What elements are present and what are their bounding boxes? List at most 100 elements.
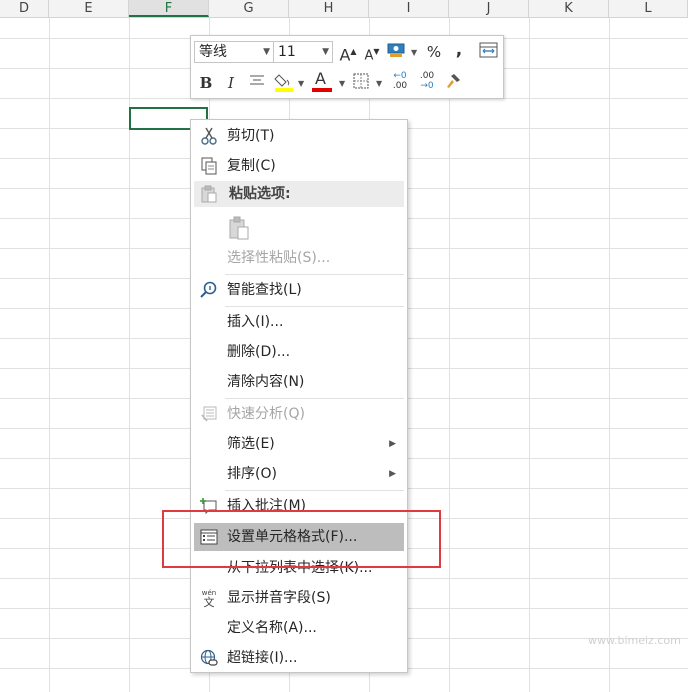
center-align-button[interactable] <box>247 72 267 94</box>
menu-label-filter: 筛选(E) <box>227 436 275 452</box>
context-menu: 剪切(T) 复制(C) 粘贴选项: 选择性粘贴(S)... 智能查找(L) 插入… <box>190 119 408 673</box>
paste-option-button[interactable] <box>194 212 404 246</box>
increase-decimal-button[interactable]: ←0 .00 <box>389 71 411 93</box>
format-painter-icon <box>447 74 460 88</box>
font-name-box[interactable]: 等线 ▼ <box>194 41 274 63</box>
grid-column-line <box>449 18 450 692</box>
menu-item-define-name[interactable]: 定义名称(A)... <box>194 614 404 642</box>
chevron-down-icon: ▼ <box>263 47 270 57</box>
menu-label-quick-analysis: 快速分析(Q) <box>227 406 305 422</box>
font-size-box[interactable]: 11 ▼ <box>273 41 333 63</box>
chevron-right-icon: ▶ <box>389 469 396 479</box>
grid-column-line <box>609 18 610 692</box>
paste-icon <box>229 216 249 240</box>
arrow-left-icon: ←0 <box>393 71 407 81</box>
menu-label-define-name: 定义名称(A)... <box>227 620 317 636</box>
column-header-h[interactable]: H <box>289 0 369 17</box>
quick-analysis-icon <box>201 406 217 422</box>
wrap-text-button[interactable] <box>478 41 500 63</box>
font-name-value: 等线 <box>199 44 227 60</box>
comma-style-button[interactable]: , <box>453 39 465 61</box>
arrow-right-icon: →0 <box>420 81 434 91</box>
highlight-color-bar <box>275 88 293 92</box>
grid-column-line <box>49 18 50 692</box>
menu-label-hyperlink: 超链接(I)... <box>227 650 298 666</box>
highlight-annotation-box <box>162 510 441 568</box>
wrap-text-icon <box>479 42 498 58</box>
menu-label-delete: 删除(D)... <box>227 344 291 360</box>
column-header-i[interactable]: I <box>369 0 449 17</box>
phonetic-icon-char: 文 <box>203 596 215 609</box>
menu-label-clear-contents: 清除内容(N) <box>227 374 305 390</box>
smart-lookup-icon <box>200 281 217 298</box>
menu-label-insert: 插入(I)... <box>227 314 284 330</box>
menu-separator <box>225 398 404 399</box>
format-painter-button[interactable] <box>443 72 463 94</box>
column-header-e[interactable]: E <box>49 0 129 17</box>
italic-button[interactable]: I <box>225 72 237 94</box>
paint-bucket-icon <box>274 74 293 92</box>
menu-label-paste-special: 选择性粘贴(S)... <box>227 250 331 266</box>
shrink-font-button[interactable]: A▼ <box>363 41 381 63</box>
column-header-bar: D E F G H I J K L <box>0 0 688 18</box>
phonetic-icon: wén 文 <box>200 589 218 609</box>
column-header-j[interactable]: J <box>449 0 529 17</box>
font-color-button[interactable]: A <box>311 69 333 93</box>
menu-item-cut[interactable]: 剪切(T) <box>194 122 404 150</box>
menu-label-phonetic: 显示拼音字段(S) <box>227 590 331 606</box>
watermark-text: www.bimeiz.com <box>588 634 681 647</box>
menu-label-smart-lookup: 智能查找(L) <box>227 282 302 298</box>
menu-separator <box>225 490 404 491</box>
hyperlink-icon <box>200 649 218 666</box>
bold-button[interactable]: B <box>199 72 213 94</box>
increase-decimal-label: .00 <box>392 81 408 91</box>
align-center-icon <box>250 75 264 85</box>
menu-item-delete[interactable]: 删除(D)... <box>194 338 404 366</box>
menu-item-hyperlink[interactable]: 超链接(I)... <box>194 644 404 672</box>
menu-item-copy[interactable]: 复制(C) <box>194 152 404 180</box>
chevron-right-icon: ▶ <box>389 439 396 449</box>
menu-item-sort[interactable]: 排序(O) ▶ <box>194 460 404 488</box>
menu-item-smart-lookup[interactable]: 智能查找(L) <box>194 276 404 304</box>
borders-icon <box>353 73 369 89</box>
menu-label-copy: 复制(C) <box>227 158 276 174</box>
decrease-decimal-button[interactable]: .00 →0 <box>416 71 438 93</box>
menu-header-paste-options: 粘贴选项: <box>194 181 404 207</box>
chevron-down-icon: ▼ <box>322 47 329 57</box>
copy-icon <box>201 157 217 175</box>
menu-item-insert[interactable]: 插入(I)... <box>194 308 404 336</box>
menu-item-clear-contents[interactable]: 清除内容(N) <box>194 368 404 396</box>
menu-item-filter[interactable]: 筛选(E) ▶ <box>194 430 404 458</box>
menu-item-paste-special: 选择性粘贴(S)... <box>194 244 404 272</box>
accounting-icon <box>387 43 405 57</box>
font-color-bar <box>312 88 332 92</box>
column-header-d[interactable]: D <box>0 0 49 17</box>
font-color-icon: A <box>315 69 326 88</box>
menu-separator <box>225 306 404 307</box>
menu-item-quick-analysis: 快速分析(Q) <box>194 400 404 428</box>
clipboard-icon <box>201 185 217 203</box>
grid-column-line <box>529 18 530 692</box>
menu-separator <box>225 274 404 275</box>
menu-item-phonetic[interactable]: wén 文 显示拼音字段(S) <box>194 584 404 612</box>
chevron-down-icon[interactable]: ▼ <box>298 79 304 88</box>
column-header-k[interactable]: K <box>529 0 609 17</box>
fill-color-button[interactable] <box>273 71 295 93</box>
chevron-down-icon[interactable]: ▼ <box>376 79 382 88</box>
scissors-icon <box>201 127 217 145</box>
percent-button[interactable]: % <box>425 41 443 63</box>
accounting-format-button[interactable] <box>386 41 408 63</box>
grow-font-icon: A <box>339 45 351 65</box>
chevron-down-icon[interactable]: ▼ <box>339 79 345 88</box>
decrease-decimal-label: .00 <box>419 71 435 81</box>
mini-toolbar: 等线 ▼ 11 ▼ A▲ A▼ ▼ % , B I ▼ A ▼ ▼ ←0 .00… <box>190 35 504 99</box>
column-header-l[interactable]: L <box>609 0 688 17</box>
font-size-value: 11 <box>278 44 296 60</box>
menu-label-paste-options: 粘贴选项: <box>229 186 291 202</box>
column-header-f[interactable]: F <box>129 0 209 17</box>
grow-font-button[interactable]: A▲ <box>339 41 357 65</box>
chevron-down-icon[interactable]: ▼ <box>411 48 417 57</box>
column-header-g[interactable]: G <box>209 0 289 17</box>
borders-button[interactable] <box>351 72 371 94</box>
menu-label-cut: 剪切(T) <box>227 128 275 144</box>
